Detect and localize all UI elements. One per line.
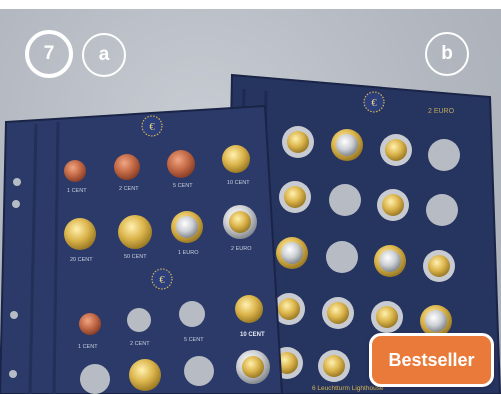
euro-emblem-icon: € [363, 91, 385, 113]
coin-label: 1 EURO [178, 250, 199, 256]
coin-label: 1 CENT [67, 188, 87, 194]
svg-text:€: € [371, 97, 377, 109]
number-badge: 7 [25, 30, 73, 78]
euro-emblem-icon: € [141, 115, 163, 137]
coin-label: 10 CENT [227, 180, 250, 186]
variant-b-badge[interactable]: b [425, 32, 469, 76]
coin-label: 50 CENT [124, 254, 147, 260]
coin-label: 10 CENT [240, 332, 265, 338]
bestseller-badge: Bestseller [369, 333, 494, 387]
variant-a-badge[interactable]: a [82, 33, 126, 77]
coin-label: 20 CENT [70, 257, 93, 263]
right-sheet-footer: 6 Leuchtturm Lighthouse [312, 385, 384, 392]
euro-emblem-icon: € [151, 268, 173, 290]
coin-label: 1 CENT [78, 344, 98, 350]
coin-label: 5 CENT [184, 337, 204, 343]
coin-label: 2 CENT [119, 186, 139, 192]
coin-label: 2 EURO [231, 246, 252, 252]
svg-text:€: € [149, 121, 155, 133]
coin-label: 5 CENT [173, 183, 193, 189]
left-sheet: € 1 CENT 2 CENT 5 CENT 10 CENT 20 CENT 5… [0, 104, 284, 394]
right-sheet-header: 2 EURO [428, 108, 455, 115]
coin-label: 2 CENT [130, 341, 150, 347]
svg-text:€: € [159, 274, 165, 286]
